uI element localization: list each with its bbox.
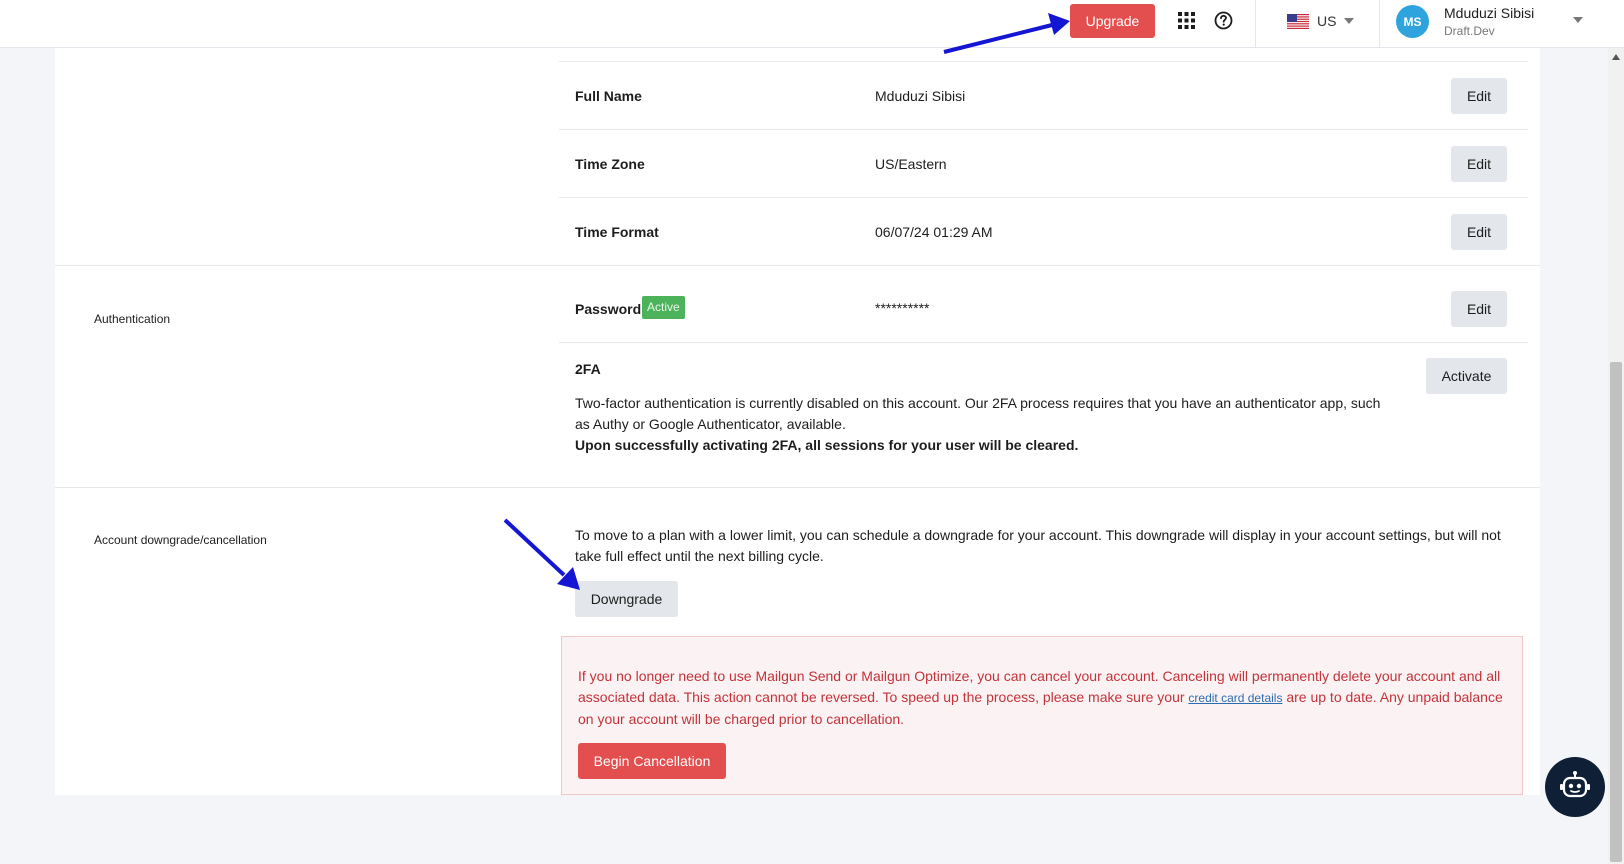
twofa-description: Two-factor authentication is currently d… (575, 395, 1381, 432)
apps-grid-icon[interactable] (1178, 12, 1195, 29)
region-label: US (1317, 13, 1337, 29)
edit-time-format-button[interactable]: Edit (1451, 214, 1507, 250)
twofa-label: 2FA (575, 361, 601, 377)
downgrade-description: To move to a plan with a lower limit, yo… (575, 527, 1501, 564)
edit-time-zone-button[interactable]: Edit (1451, 146, 1507, 182)
section-divider (55, 487, 1540, 488)
cancellation-description: If you no longer need to use Mailgun Sen… (578, 666, 1508, 730)
row-divider (559, 61, 1528, 62)
full-name-label: Full Name (575, 88, 642, 104)
twofa-warning: Upon successfully activating 2FA, all se… (575, 437, 1079, 453)
time-format-value: 06/07/24 01:29 AM (875, 224, 993, 240)
downgrade-button[interactable]: Downgrade (575, 581, 678, 617)
cancellation-box: If you no longer need to use Mailgun Sen… (561, 636, 1523, 795)
credit-card-details-link[interactable]: credit card details (1188, 691, 1282, 705)
full-name-value: Mduduzi Sibisi (875, 88, 966, 104)
password-value: ********** (875, 300, 930, 316)
status-badge: Active (642, 296, 685, 319)
scroll-up-arrow-icon[interactable] (1612, 54, 1620, 60)
edit-password-button[interactable]: Edit (1451, 291, 1507, 327)
password-label: Password (575, 301, 642, 317)
header-divider (1255, 0, 1256, 48)
header-divider (1379, 0, 1380, 48)
time-zone-value: US/Eastern (875, 156, 947, 172)
top-bar: Upgrade US MS Mduduzi Sibisi Draft.Dev (0, 0, 1624, 48)
chatbot-icon (1560, 771, 1590, 798)
activate-2fa-button[interactable]: Activate (1426, 358, 1507, 394)
user-name: Mduduzi Sibisi (1444, 5, 1535, 21)
time-zone-label: Time Zone (575, 156, 645, 172)
downgrade-section-label: Account downgrade/cancellation (94, 533, 267, 547)
row-divider (559, 129, 1528, 130)
us-flag-icon (1287, 13, 1309, 29)
time-format-label: Time Format (575, 224, 659, 240)
begin-cancellation-button[interactable]: Begin Cancellation (578, 743, 726, 779)
chevron-down-icon (1573, 17, 1583, 23)
region-selector[interactable]: US (1287, 10, 1355, 32)
avatar: MS (1396, 5, 1429, 38)
help-circle-icon[interactable] (1214, 11, 1233, 30)
user-menu[interactable]: MS Mduduzi Sibisi Draft.Dev (1396, 3, 1596, 43)
scrollbar-thumb[interactable] (1610, 362, 1622, 862)
upgrade-button[interactable]: Upgrade (1070, 4, 1155, 38)
user-org: Draft.Dev (1444, 24, 1495, 38)
row-divider (559, 197, 1528, 198)
row-divider (559, 342, 1528, 343)
chatbot-button[interactable] (1545, 757, 1605, 817)
section-divider (55, 265, 1540, 266)
authentication-section-label: Authentication (94, 312, 171, 326)
edit-full-name-button[interactable]: Edit (1451, 78, 1507, 114)
chevron-down-icon (1344, 18, 1355, 24)
